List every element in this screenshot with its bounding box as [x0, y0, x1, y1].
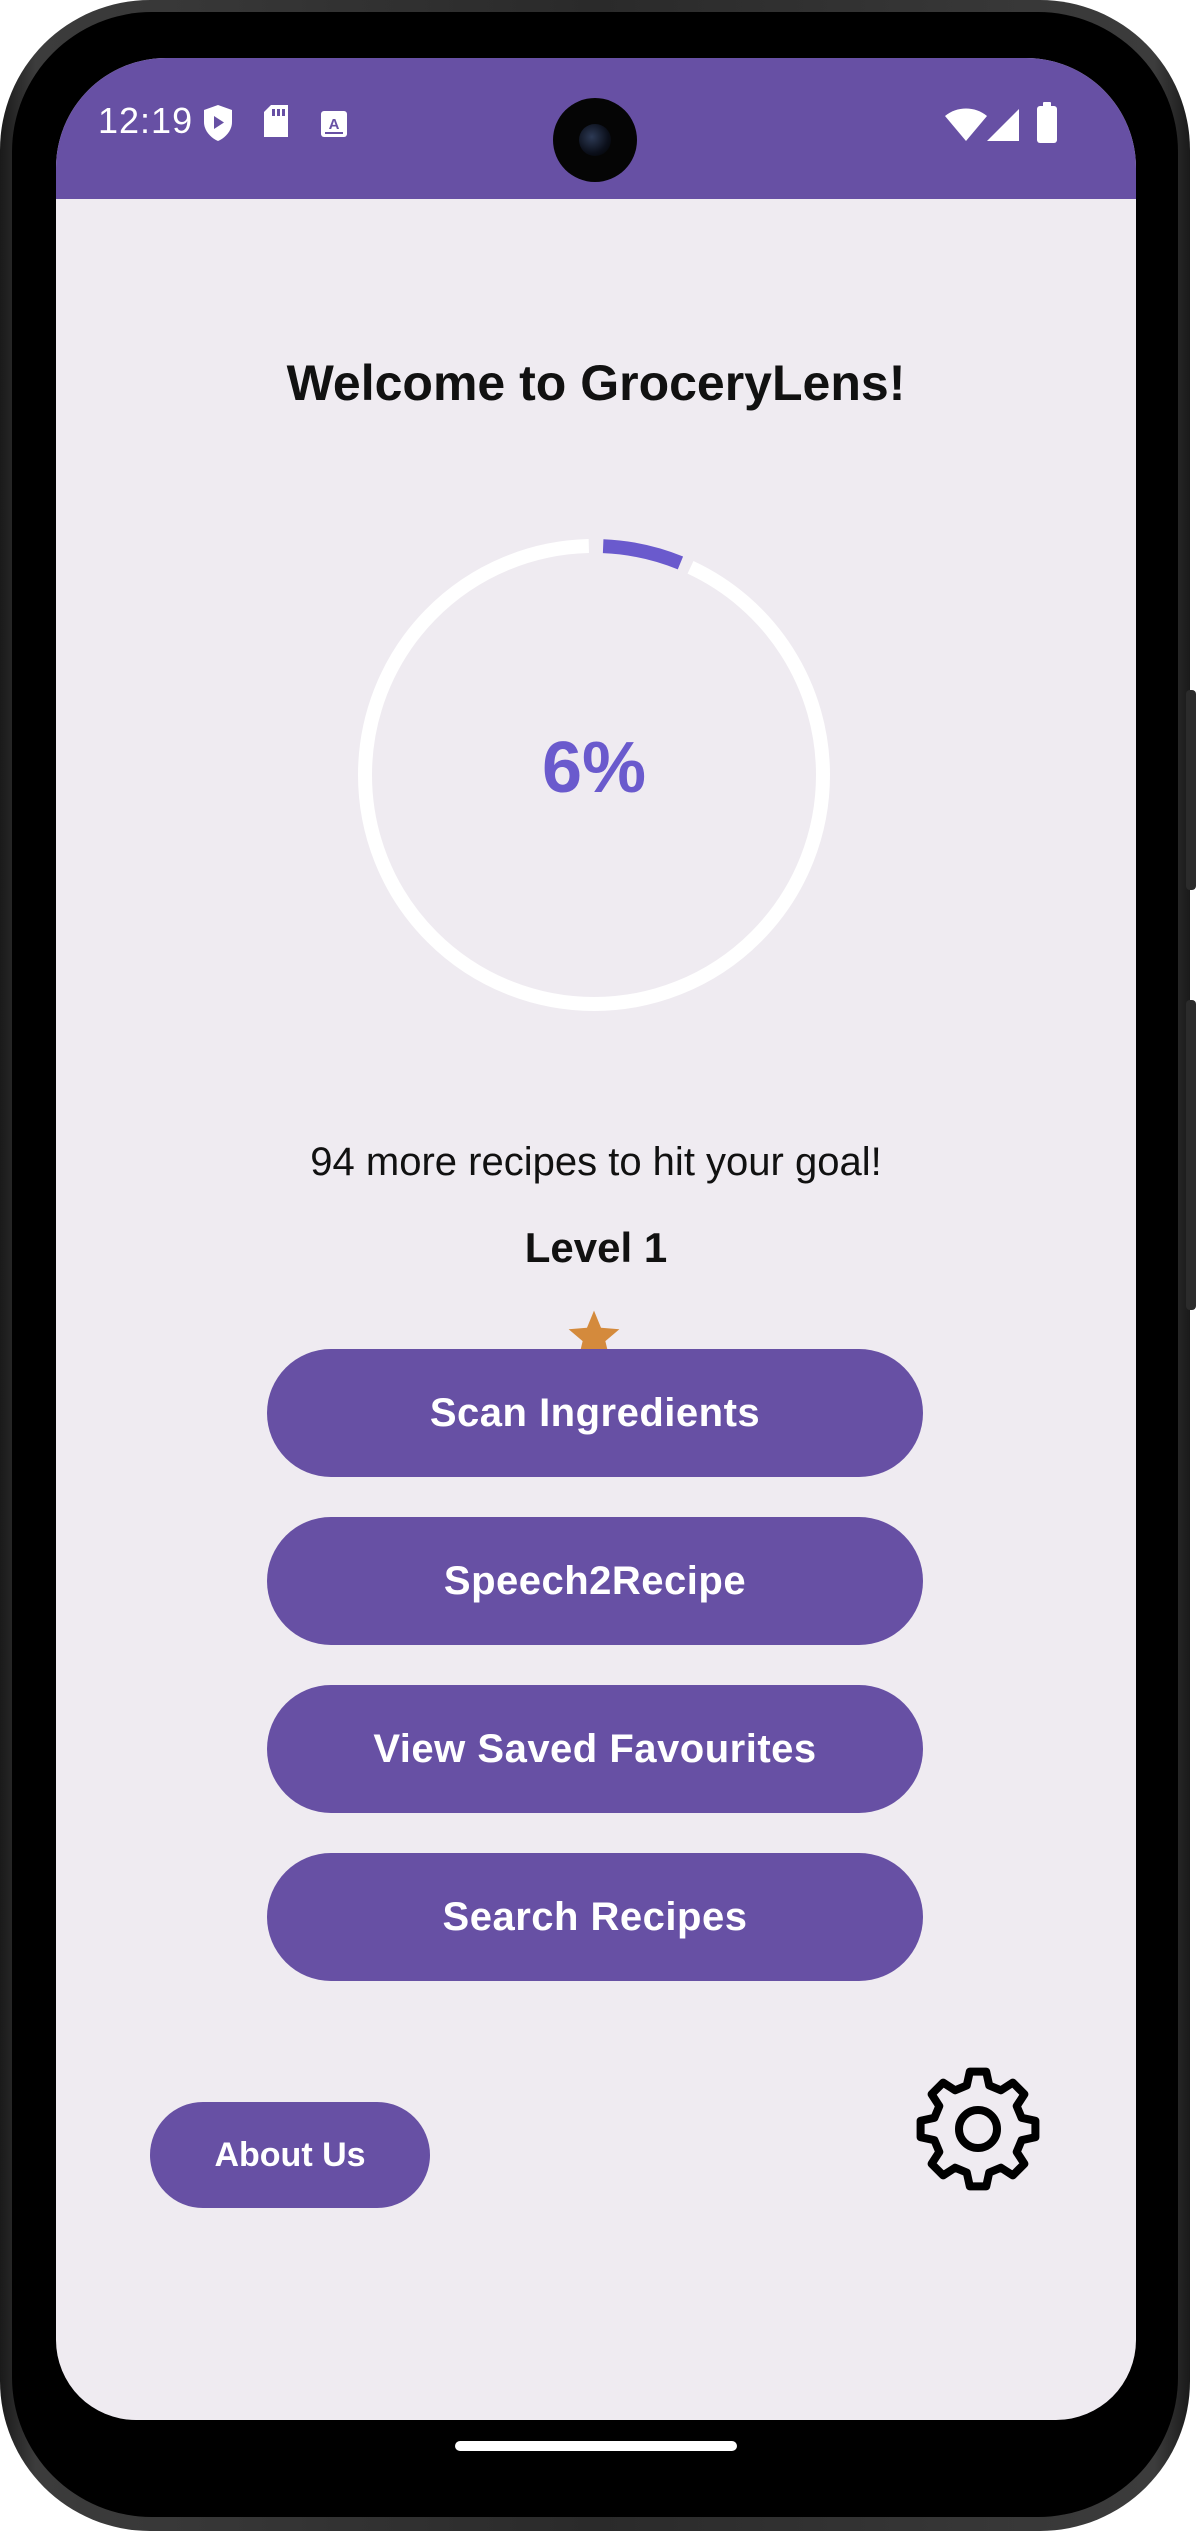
recipe-goal-progress: 6% [356, 537, 832, 1013]
progress-arc [602, 539, 684, 570]
about-us-label: About Us [214, 2135, 366, 2174]
sd-card-icon [264, 105, 288, 137]
goal-remaining-text: 94 more recipes to hit your goal! [310, 1140, 882, 1184]
about-us-button[interactable]: About Us [150, 2102, 430, 2208]
battery-icon [1037, 102, 1057, 143]
scan-ingredients-button[interactable]: Scan Ingredients [267, 1349, 923, 1477]
speech2recipe-label: Speech2Recipe [443, 1558, 747, 1603]
search-recipes-label: Search Recipes [442, 1894, 748, 1939]
view-saved-favourites-button[interactable]: View Saved Favourites [267, 1685, 923, 1813]
scan-ingredients-label: Scan Ingredients [429, 1390, 761, 1435]
front-camera [553, 98, 637, 182]
home-indicator[interactable] [455, 2441, 737, 2451]
gear-icon[interactable] [913, 2064, 1043, 2194]
cell-signal-icon [987, 109, 1019, 141]
volume-button [1186, 1000, 1196, 1310]
status-bar: 12:19 A [56, 58, 1136, 199]
svg-text:A: A [329, 116, 340, 133]
level-label: Level 1 [524, 1224, 668, 1271]
view-saved-favourites-label: View Saved Favourites [373, 1726, 817, 1771]
search-recipes-button[interactable]: Search Recipes [267, 1853, 923, 1981]
keyboard-a-icon: A [321, 111, 347, 137]
power-button [1186, 690, 1196, 890]
status-time: 12:19 [98, 100, 194, 141]
play-protect-icon [204, 105, 232, 141]
wifi-icon [945, 108, 987, 141]
speech2recipe-button[interactable]: Speech2Recipe [267, 1517, 923, 1645]
welcome-title: Welcome to GroceryLens! [286, 355, 906, 411]
app-screen: 12:19 A Welcome to GroceryLens! 6% 94 mo… [56, 58, 1136, 2420]
progress-percent: 6% [541, 728, 647, 808]
